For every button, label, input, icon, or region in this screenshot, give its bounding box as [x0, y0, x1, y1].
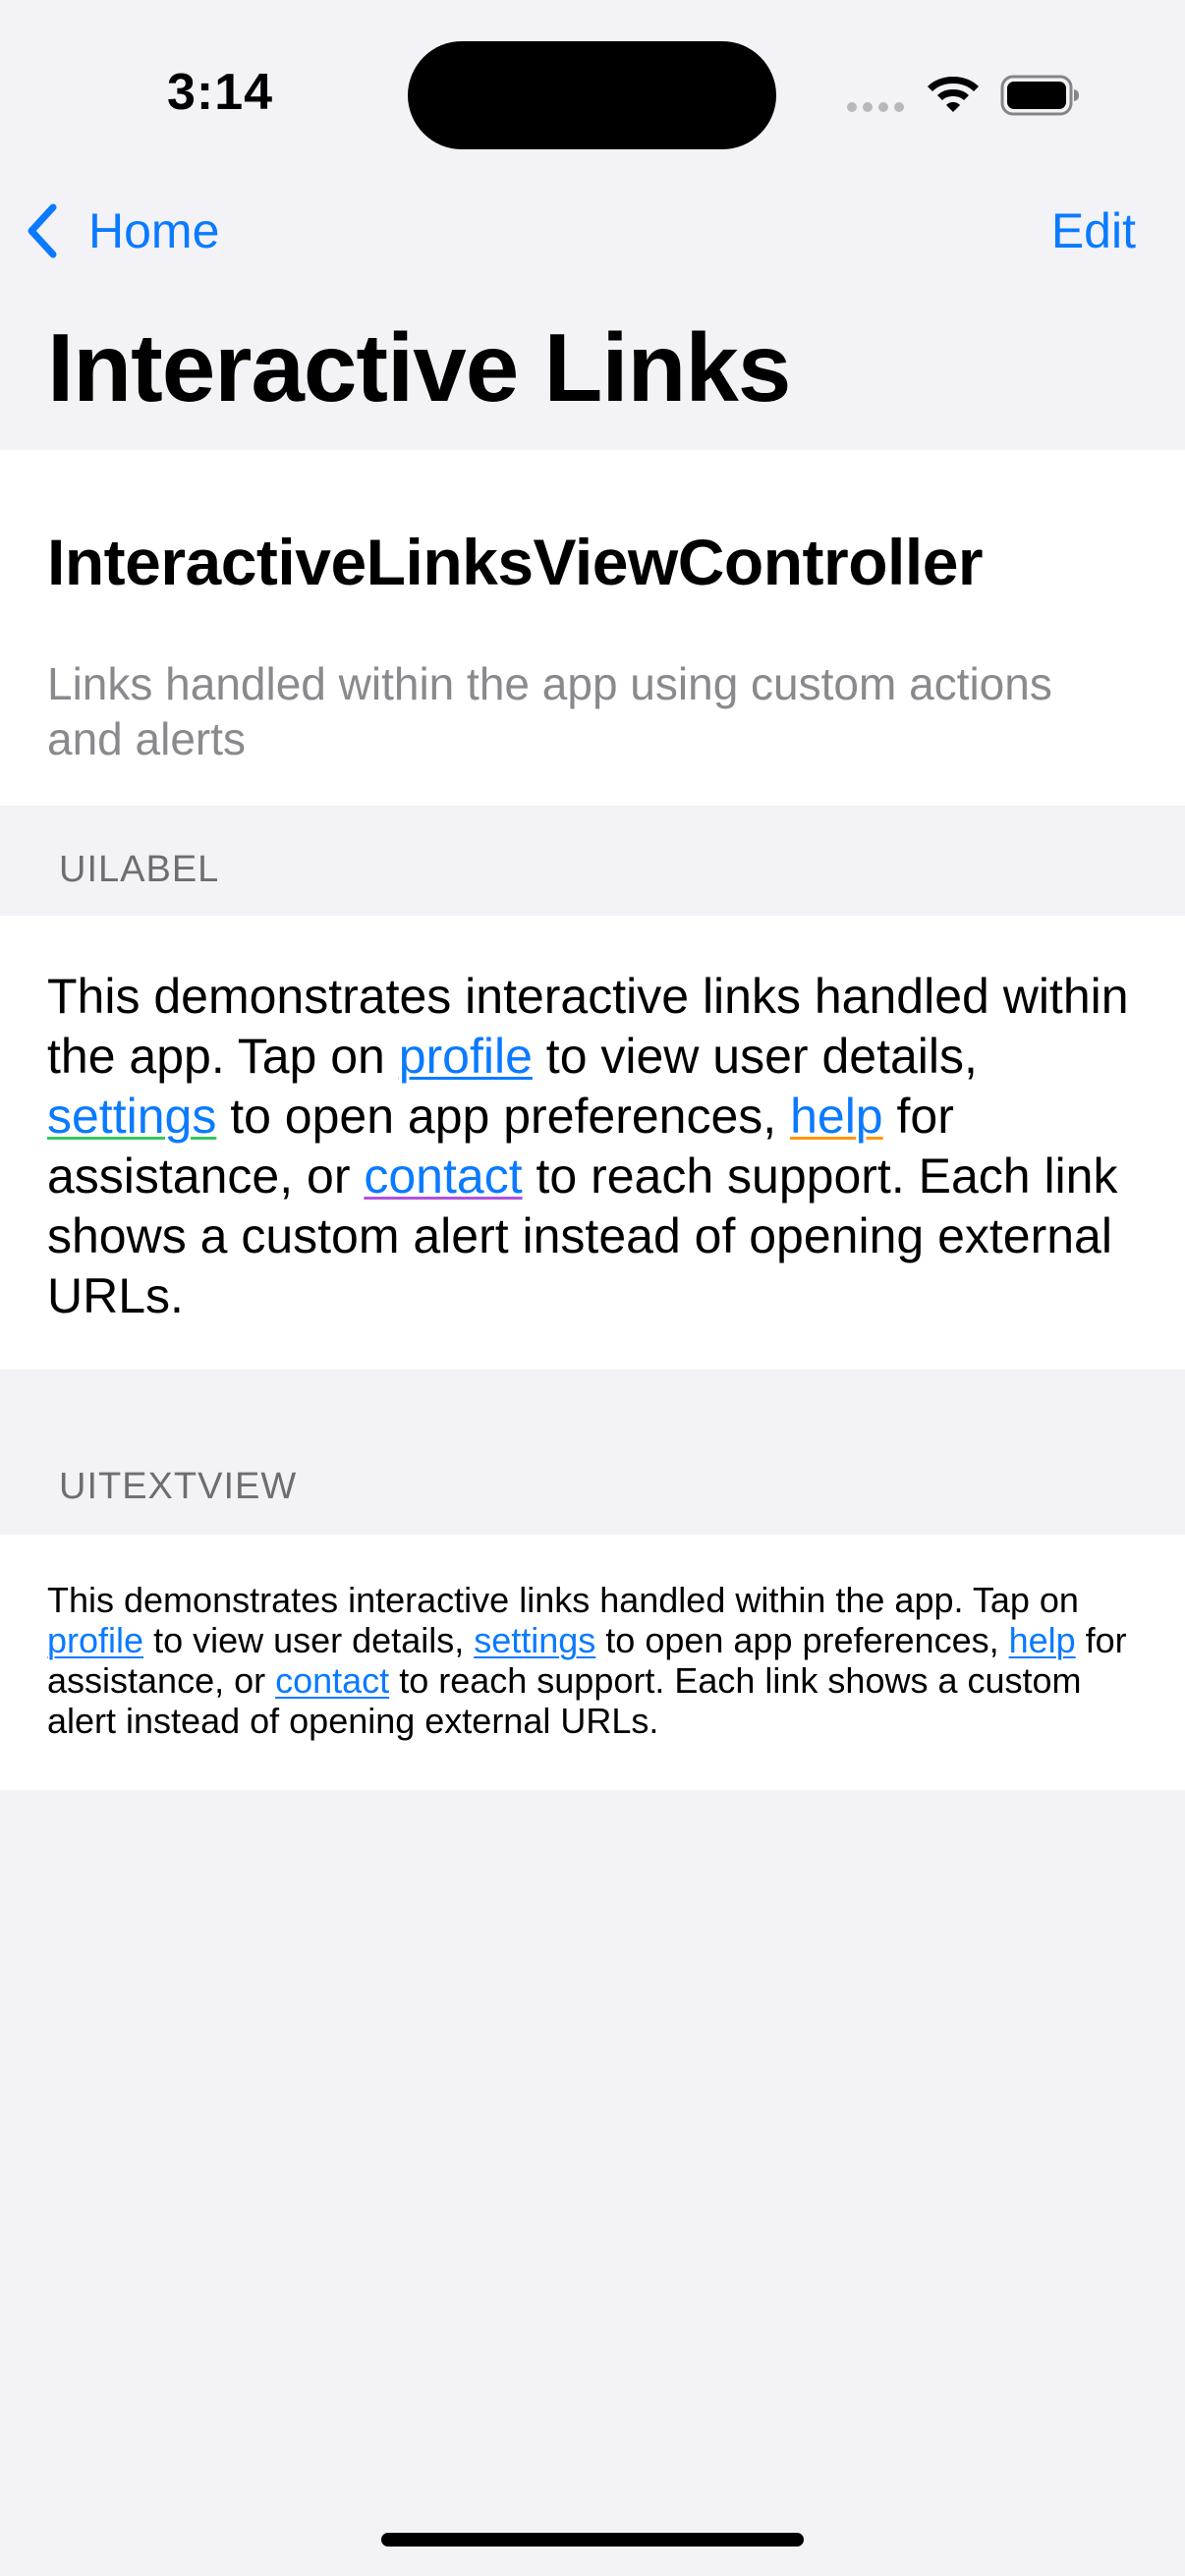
back-button[interactable]: Home	[24, 196, 219, 265]
page-title: Interactive Links	[47, 313, 791, 421]
section-header-uilabel: UILABEL	[59, 849, 220, 890]
text-segment: to open app preferences,	[216, 1089, 791, 1144]
settings-link[interactable]: settings	[47, 1089, 216, 1144]
uilabel-cell: This demonstrates interactive links hand…	[0, 916, 1185, 1370]
profile-link[interactable]: profile	[399, 1029, 533, 1084]
text-segment: This demonstrates interactive links hand…	[47, 1580, 1079, 1620]
uitextview-cell: This demonstrates interactive links hand…	[0, 1535, 1185, 1790]
battery-icon	[1000, 75, 1079, 116]
uitextview-text[interactable]: This demonstrates interactive links hand…	[47, 1580, 1157, 1741]
text-segment: to open app preferences,	[595, 1620, 1009, 1660]
chevron-left-icon	[28, 203, 57, 258]
back-button-label: Home	[88, 203, 220, 258]
section-header-uitextview: UITEXTVIEW	[59, 1466, 298, 1507]
controller-description: Links handled within the app using custo…	[47, 658, 1052, 764]
edit-button[interactable]: Edit	[1051, 196, 1136, 265]
cellular-signal-icon	[847, 102, 904, 112]
uilabel-text: This demonstrates interactive links hand…	[47, 967, 1148, 1326]
help-link[interactable]: help	[790, 1089, 883, 1144]
contact-link[interactable]: contact	[364, 1148, 522, 1204]
help-link[interactable]: help	[1009, 1620, 1076, 1660]
controller-name: InteractiveLinksViewController	[47, 526, 984, 598]
text-segment: to view user details,	[532, 1029, 978, 1084]
settings-link[interactable]: settings	[474, 1620, 595, 1660]
profile-link[interactable]: profile	[47, 1620, 143, 1660]
dynamic-island	[408, 41, 776, 149]
contact-link[interactable]: contact	[275, 1660, 389, 1701]
header-card: InteractiveLinksViewController Links han…	[0, 450, 1185, 806]
home-indicator[interactable]	[381, 2533, 804, 2547]
text-segment: to view user details,	[143, 1620, 475, 1660]
status-time: 3:14	[167, 64, 274, 121]
status-bar: 3:14	[0, 0, 1185, 167]
wifi-icon	[928, 77, 979, 112]
